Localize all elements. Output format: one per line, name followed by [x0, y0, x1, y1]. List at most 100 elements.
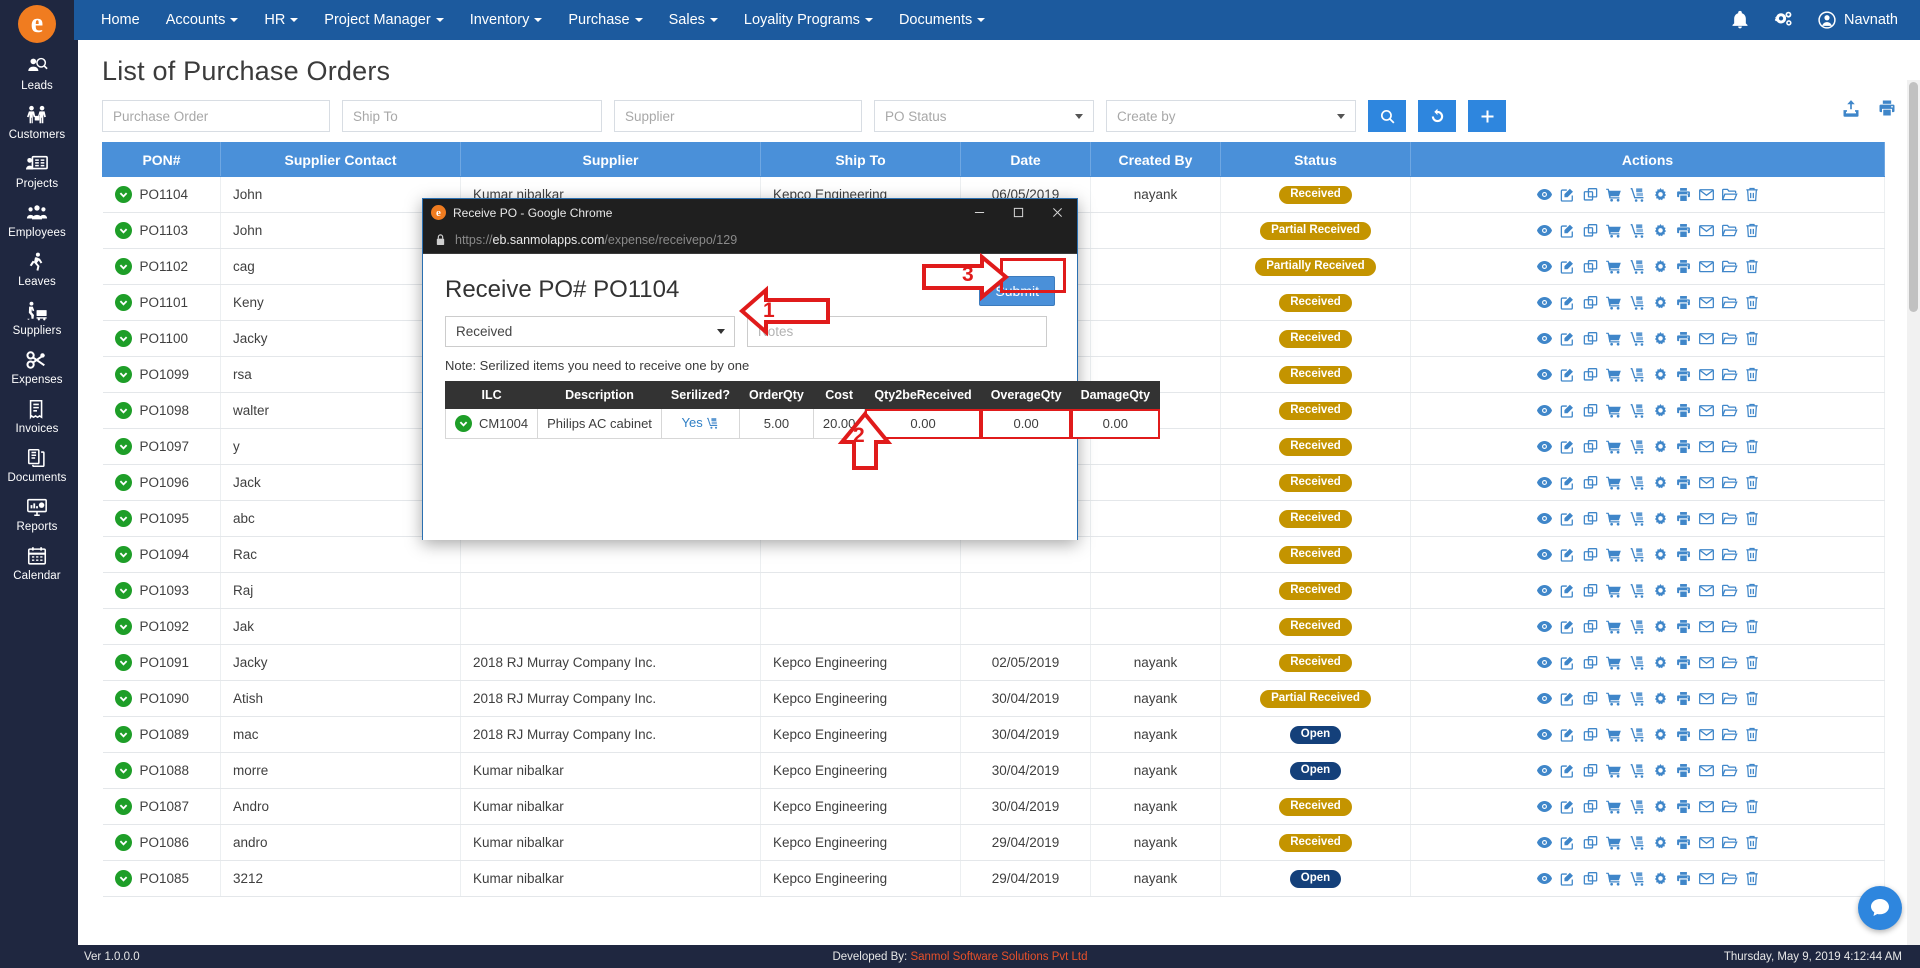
dolly-icon[interactable]	[1629, 403, 1646, 418]
expand-row-icon[interactable]	[455, 415, 472, 432]
eye-icon[interactable]	[1536, 223, 1553, 238]
nav-item-hr[interactable]: HR	[251, 0, 311, 40]
dolly-icon[interactable]	[1629, 583, 1646, 598]
copy-icon[interactable]	[1582, 403, 1599, 418]
cart-icon[interactable]	[1605, 295, 1623, 310]
cart-icon[interactable]	[1605, 547, 1623, 562]
sidebar-item-documents[interactable]: Documents	[0, 440, 74, 489]
envelope-icon[interactable]	[1698, 511, 1715, 526]
edit-icon[interactable]	[1559, 511, 1576, 526]
page-scrollbar[interactable]	[1907, 80, 1920, 968]
folder-open-icon[interactable]	[1721, 475, 1738, 490]
trash-icon[interactable]	[1744, 403, 1760, 418]
sidebar-item-customers[interactable]: Customers	[0, 97, 74, 146]
copy-icon[interactable]	[1582, 223, 1599, 238]
nav-item-sales[interactable]: Sales	[656, 0, 731, 40]
gear-icon[interactable]	[1652, 223, 1669, 238]
column-header-ship-to[interactable]: Ship To	[760, 142, 961, 177]
edit-icon[interactable]	[1559, 871, 1576, 886]
gear-icon[interactable]	[1652, 439, 1669, 454]
edit-icon[interactable]	[1559, 367, 1576, 382]
trash-icon[interactable]	[1744, 439, 1760, 454]
footer-company[interactable]: Sanmol Software Solutions Pvt Ltd	[910, 951, 1087, 963]
modal-cell-qty2bereceived[interactable]: 0.00	[864, 408, 982, 439]
folder-open-icon[interactable]	[1721, 403, 1738, 418]
print-icon[interactable]	[1675, 223, 1692, 238]
gear-icon[interactable]	[1652, 583, 1669, 598]
dolly-icon[interactable]	[1629, 259, 1646, 274]
trash-icon[interactable]	[1744, 295, 1760, 310]
envelope-icon[interactable]	[1698, 259, 1715, 274]
folder-open-icon[interactable]	[1721, 727, 1738, 742]
copy-icon[interactable]	[1582, 871, 1599, 886]
gear-icon[interactable]	[1652, 187, 1669, 202]
cart-icon[interactable]	[1605, 799, 1623, 814]
sidebar-item-expenses[interactable]: Expenses	[0, 342, 74, 391]
dolly-icon[interactable]	[1629, 187, 1646, 202]
gear-icon[interactable]	[1652, 763, 1669, 778]
cart-icon[interactable]	[1605, 367, 1623, 382]
gear-icon[interactable]	[1652, 367, 1669, 382]
po-status-filter-select[interactable]: PO Status	[874, 100, 1094, 132]
submit-button[interactable]: Submit	[979, 276, 1055, 306]
cart-icon[interactable]	[1605, 259, 1623, 274]
sidebar-item-suppliers[interactable]: Suppliers	[0, 293, 74, 342]
dolly-icon[interactable]	[1629, 763, 1646, 778]
envelope-icon[interactable]	[1698, 871, 1715, 886]
edit-icon[interactable]	[1559, 259, 1576, 274]
copy-icon[interactable]	[1582, 727, 1599, 742]
trash-icon[interactable]	[1744, 547, 1760, 562]
dolly-icon[interactable]	[1629, 547, 1646, 562]
trash-icon[interactable]	[1744, 223, 1760, 238]
column-header-actions[interactable]: Actions	[1410, 142, 1885, 177]
trash-icon[interactable]	[1744, 619, 1760, 634]
receive-status-select[interactable]: Received	[445, 316, 735, 347]
folder-open-icon[interactable]	[1721, 583, 1738, 598]
copy-icon[interactable]	[1582, 295, 1599, 310]
print-icon[interactable]	[1675, 367, 1692, 382]
envelope-icon[interactable]	[1698, 727, 1715, 742]
trash-icon[interactable]	[1744, 511, 1760, 526]
print-icon[interactable]	[1675, 187, 1692, 202]
eye-icon[interactable]	[1536, 799, 1553, 814]
copy-icon[interactable]	[1582, 763, 1599, 778]
trash-icon[interactable]	[1744, 187, 1760, 202]
table-row[interactable]: PO1085 3212 Kumar nibalkar Kepco Engineerin…	[102, 860, 1885, 897]
gear-icon[interactable]	[1652, 511, 1669, 526]
edit-icon[interactable]	[1559, 763, 1576, 778]
table-row[interactable]: PO1091 Jacky 2018 RJ Murray Company Inc. Ke…	[102, 644, 1885, 681]
sidebar-item-invoices[interactable]: Invoices	[0, 391, 74, 440]
trash-icon[interactable]	[1744, 763, 1760, 778]
user-menu[interactable]: Navnath	[1817, 10, 1898, 30]
edit-icon[interactable]	[1559, 727, 1576, 742]
cart-icon[interactable]	[1605, 835, 1623, 850]
gear-icon[interactable]	[1652, 799, 1669, 814]
create-by-filter-select[interactable]: Create by	[1106, 100, 1356, 132]
edit-icon[interactable]	[1559, 691, 1576, 706]
close-button[interactable]	[1038, 199, 1077, 226]
column-header-status[interactable]: Status	[1220, 142, 1411, 177]
print-icon[interactable]	[1675, 583, 1692, 598]
cart-icon[interactable]	[1605, 619, 1623, 634]
folder-open-icon[interactable]	[1721, 187, 1738, 202]
copy-icon[interactable]	[1582, 259, 1599, 274]
dolly-icon[interactable]	[1629, 331, 1646, 346]
eye-icon[interactable]	[1536, 439, 1553, 454]
envelope-icon[interactable]	[1698, 583, 1715, 598]
envelope-icon[interactable]	[1698, 475, 1715, 490]
eye-icon[interactable]	[1536, 619, 1553, 634]
eye-icon[interactable]	[1536, 655, 1553, 670]
nav-item-inventory[interactable]: Inventory	[457, 0, 556, 40]
nav-item-project-manager[interactable]: Project Manager	[311, 0, 456, 40]
print-icon[interactable]	[1675, 727, 1692, 742]
print-icon[interactable]	[1675, 799, 1692, 814]
trash-icon[interactable]	[1744, 367, 1760, 382]
eye-icon[interactable]	[1536, 259, 1553, 274]
column-header-supplier-contact[interactable]: Supplier Contact	[220, 142, 461, 177]
gear-icon[interactable]	[1652, 655, 1669, 670]
folder-open-icon[interactable]	[1721, 871, 1738, 886]
upload-icon[interactable]	[1840, 98, 1862, 123]
maximize-button[interactable]	[999, 199, 1038, 226]
gear-icon[interactable]	[1652, 547, 1669, 562]
nav-item-purchase[interactable]: Purchase	[555, 0, 655, 40]
